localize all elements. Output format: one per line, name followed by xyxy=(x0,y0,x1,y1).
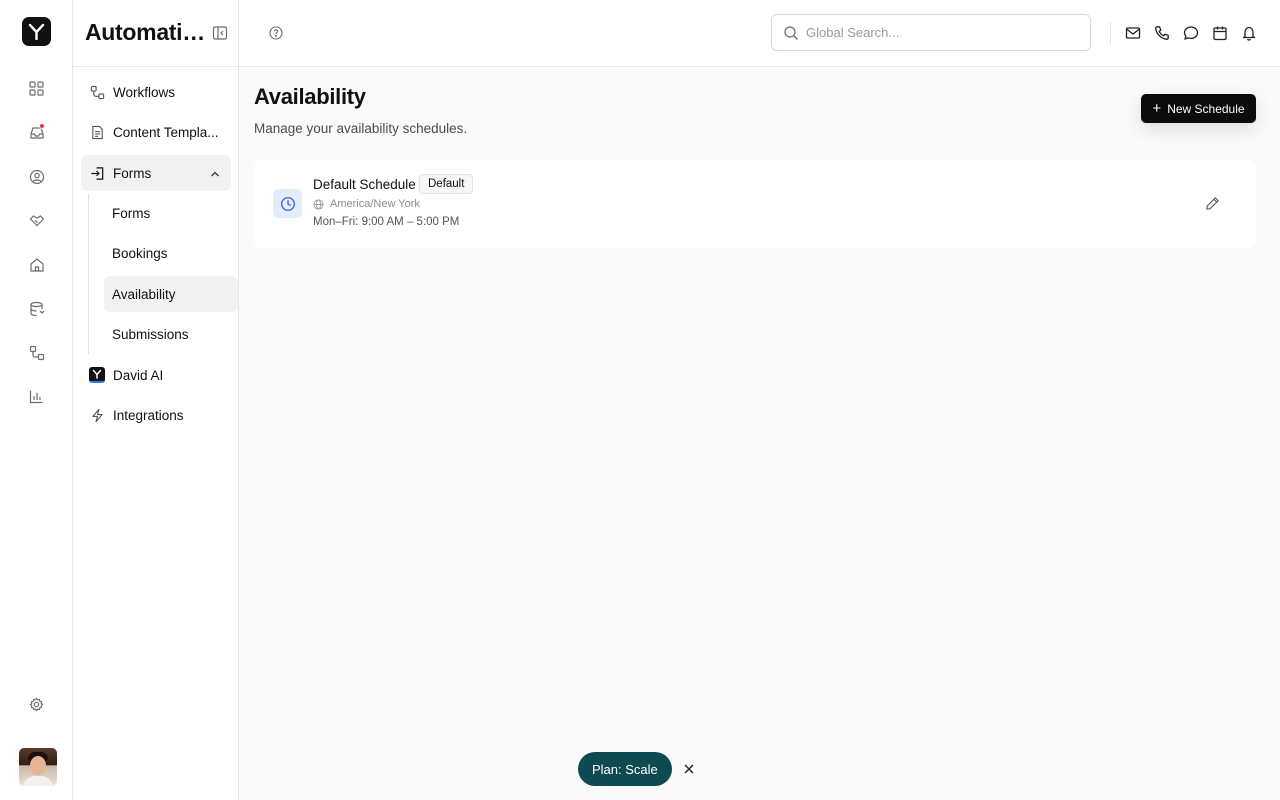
database-icon[interactable] xyxy=(26,298,47,319)
schedule-hours: Mon–Fri: 9:00 AM – 5:00 PM xyxy=(313,216,460,228)
chevron-up-icon[interactable] xyxy=(209,167,221,179)
app-logo-icon[interactable] xyxy=(22,17,51,46)
plus-icon: + xyxy=(1152,99,1162,117)
sidebar-item-workflows[interactable]: Workflows xyxy=(81,74,231,110)
main-content: Availability Manage your availability sc… xyxy=(239,67,1280,800)
deals-icon[interactable] xyxy=(26,210,47,231)
default-badge: Default xyxy=(419,174,474,194)
sidebar-item-forms[interactable]: Forms xyxy=(81,155,231,191)
close-icon[interactable] xyxy=(681,761,697,777)
automation-icon[interactable] xyxy=(26,342,47,363)
sidebar-item-label: Forms xyxy=(113,165,152,181)
help-icon[interactable] xyxy=(269,26,283,40)
sidebar-subitem-forms[interactable]: Forms xyxy=(104,195,238,231)
sidebar-item-label: David AI xyxy=(113,367,164,383)
global-search[interactable] xyxy=(771,14,1091,51)
section-title: Automatio... xyxy=(85,19,209,45)
sidebar-item-david-ai[interactable]: David AI xyxy=(81,357,231,393)
user-avatar[interactable] xyxy=(19,748,57,786)
sidebar-item-content-templates[interactable]: Content Templa... xyxy=(81,114,231,150)
sidebar-subitem-submissions[interactable]: Submissions xyxy=(104,316,238,352)
bell-icon[interactable] xyxy=(1240,24,1258,42)
edit-pencil-icon[interactable] xyxy=(1205,196,1221,212)
top-header xyxy=(239,0,1280,67)
sidebar-item-label: Workflows xyxy=(113,84,176,100)
form-import-icon xyxy=(89,165,105,181)
reports-icon[interactable] xyxy=(26,386,47,407)
timezone-label: America/New York xyxy=(330,198,420,210)
plan-badge[interactable]: Plan: Scale xyxy=(578,752,672,786)
sidebar-subitem-availability[interactable]: Availability xyxy=(104,276,238,312)
sidebar: Automatio... Workflows Content Templa...… xyxy=(73,0,239,800)
lightning-icon xyxy=(89,407,105,423)
gear-icon[interactable] xyxy=(26,694,47,715)
collapse-sidebar-icon[interactable] xyxy=(212,25,228,41)
sidebar-item-label: Integrations xyxy=(113,407,184,423)
dashboard-icon[interactable] xyxy=(26,78,47,99)
workflow-icon xyxy=(89,84,105,100)
sidebar-item-integrations[interactable]: Integrations xyxy=(81,397,231,433)
calendar-icon[interactable] xyxy=(1211,24,1229,42)
page-subtitle: Manage your availability schedules. xyxy=(254,121,468,136)
schedule-name: Default Schedule xyxy=(313,177,416,192)
sidebar-item-label: Content Templa... xyxy=(113,124,219,140)
mail-icon[interactable] xyxy=(1124,24,1142,42)
phone-icon[interactable] xyxy=(1153,24,1171,42)
new-schedule-label: New Schedule xyxy=(1167,101,1245,116)
schedule-card[interactable]: Default Schedule Default America/New Yor… xyxy=(254,160,1256,248)
notification-dot xyxy=(39,123,45,129)
schedule-timezone: America/New York xyxy=(313,198,420,210)
page-title: Availability xyxy=(254,84,366,109)
icon-rail xyxy=(0,0,73,800)
clock-icon xyxy=(273,189,302,218)
new-schedule-button[interactable]: + New Schedule xyxy=(1141,94,1256,123)
inbox-icon[interactable] xyxy=(26,122,47,143)
david-ai-logo-icon xyxy=(89,367,105,383)
sidebar-subitem-bookings[interactable]: Bookings xyxy=(104,235,238,271)
search-icon xyxy=(783,25,799,41)
home-icon[interactable] xyxy=(26,254,47,275)
search-input[interactable] xyxy=(806,25,1076,40)
document-icon xyxy=(89,124,105,140)
globe-icon xyxy=(313,198,324,210)
contacts-icon[interactable] xyxy=(26,166,47,187)
chat-icon[interactable] xyxy=(1182,24,1200,42)
